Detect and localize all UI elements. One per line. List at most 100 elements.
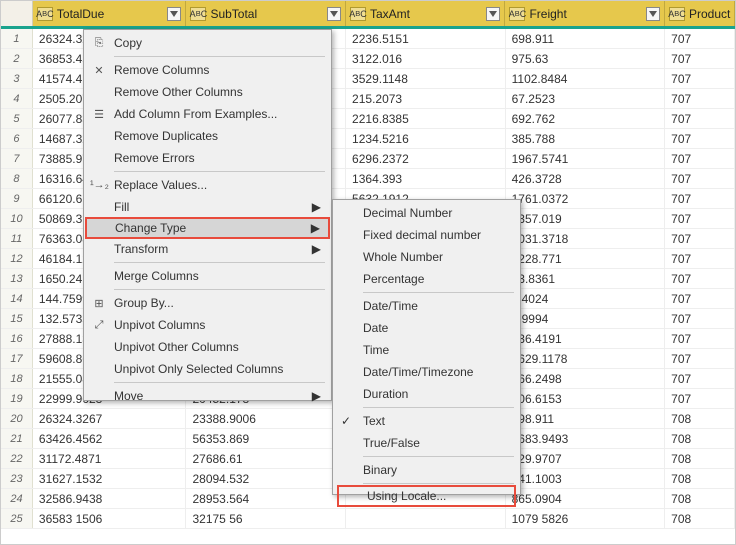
cell[interactable]: 707 <box>665 269 735 288</box>
column-header-totaldue[interactable]: ABC TotalDue <box>33 1 187 26</box>
cell[interactable]: 707 <box>665 109 735 128</box>
cell[interactable]: 63426.4562 <box>33 429 187 448</box>
cell[interactable]: 707 <box>665 369 735 388</box>
cell[interactable]: 1234.5216 <box>346 129 506 148</box>
submenu-item-decimal[interactable]: Decimal Number <box>335 202 518 224</box>
menu-item-add-column-examples[interactable]: ☰Add Column From Examples... <box>86 103 329 125</box>
cell[interactable]: 708 <box>665 469 735 488</box>
cell[interactable]: 736.4191 <box>506 329 666 348</box>
cell[interactable]: 28953.564 <box>186 489 346 508</box>
menu-item-move[interactable]: Move▶ <box>86 385 329 407</box>
submenu-item-text[interactable]: ✓Text <box>335 410 518 432</box>
menu-item-copy[interactable]: ⎘Copy <box>86 32 329 54</box>
menu-item-remove-duplicates[interactable]: Remove Duplicates <box>86 125 329 147</box>
cell[interactable]: 708 <box>665 429 735 448</box>
cell[interactable]: 1102.8484 <box>506 69 666 88</box>
cell[interactable]: 707 <box>665 349 735 368</box>
cell[interactable]: 707 <box>665 189 735 208</box>
cell[interactable]: 692.762 <box>506 109 666 128</box>
cell[interactable]: 215.2073 <box>346 89 506 108</box>
cell[interactable]: 707 <box>665 69 735 88</box>
cell[interactable]: 28094.532 <box>186 469 346 488</box>
cell[interactable]: 27686.61 <box>186 449 346 468</box>
cell[interactable]: 26324.3267 <box>33 409 187 428</box>
cell[interactable]: 32175 56 <box>186 509 346 528</box>
column-header-taxamt[interactable]: ABC TaxAmt <box>346 1 506 26</box>
cell[interactable]: 32586.9438 <box>33 489 187 508</box>
submenu-item-date[interactable]: Date <box>335 317 518 339</box>
cell[interactable]: 708 <box>665 449 735 468</box>
cell[interactable]: 707 <box>665 389 735 408</box>
column-header-freight[interactable]: ABC Freight <box>505 1 665 26</box>
cell[interactable]: 606.6153 <box>506 389 666 408</box>
cell[interactable]: 1079 5826 <box>506 509 666 528</box>
menu-item-change-type[interactable]: Change Type▶ <box>85 217 330 239</box>
cell[interactable]: 707 <box>665 249 735 268</box>
submenu-item-whole-number[interactable]: Whole Number <box>335 246 518 268</box>
cell[interactable]: 708 <box>665 409 735 428</box>
cell[interactable]: 3529.1148 <box>346 69 506 88</box>
cell[interactable]: 1967.5741 <box>506 149 666 168</box>
filter-dropdown-icon[interactable] <box>646 7 660 21</box>
submenu-item-binary[interactable]: Binary <box>335 459 518 481</box>
cell[interactable]: 707 <box>665 309 735 328</box>
cell[interactable]: 6296.2372 <box>346 149 506 168</box>
cell[interactable]: 698.911 <box>506 409 666 428</box>
cell[interactable]: 67.2523 <box>506 89 666 108</box>
cell[interactable]: 829.9707 <box>506 449 666 468</box>
column-header-subtotal[interactable]: ABC SubTotal <box>186 1 346 26</box>
cell[interactable] <box>346 509 506 528</box>
filter-dropdown-icon[interactable] <box>167 7 181 21</box>
filter-dropdown-icon[interactable] <box>327 7 341 21</box>
cell[interactable]: 3122.016 <box>346 49 506 68</box>
cell[interactable]: 1228.771 <box>506 249 666 268</box>
menu-item-group-by[interactable]: ⊞Group By... <box>86 292 329 314</box>
cell[interactable]: 1629.1178 <box>506 349 666 368</box>
menu-item-transform[interactable]: Transform▶ <box>86 238 329 260</box>
cell[interactable]: 1357.019 <box>506 209 666 228</box>
menu-item-fill[interactable]: Fill▶ <box>86 196 329 218</box>
cell[interactable]: 56353.869 <box>186 429 346 448</box>
cell[interactable]: 2031.3718 <box>506 229 666 248</box>
cell[interactable]: 707 <box>665 129 735 148</box>
cell[interactable]: 707 <box>665 209 735 228</box>
cell[interactable]: 566.2498 <box>506 369 666 388</box>
menu-item-remove-errors[interactable]: Remove Errors <box>86 147 329 169</box>
cell[interactable]: 31627.1532 <box>33 469 187 488</box>
menu-item-unpivot-other[interactable]: Unpivot Other Columns <box>86 336 329 358</box>
cell[interactable]: 426.3728 <box>506 169 666 188</box>
menu-item-remove-other-columns[interactable]: Remove Other Columns <box>86 81 329 103</box>
cell[interactable]: 2.9994 <box>506 309 666 328</box>
submenu-item-percentage[interactable]: Percentage <box>335 268 518 290</box>
cell[interactable]: 708 <box>665 489 735 508</box>
cell[interactable]: 1364.393 <box>346 169 506 188</box>
cell[interactable]: 36583 1506 <box>33 509 187 528</box>
cell[interactable]: 698.911 <box>506 29 666 48</box>
cell[interactable]: 707 <box>665 289 735 308</box>
submenu-item-duration[interactable]: Duration <box>335 383 518 405</box>
cell[interactable]: 707 <box>665 329 735 348</box>
submenu-item-using-locale[interactable]: Using Locale... <box>337 485 516 507</box>
cell[interactable]: 975.63 <box>506 49 666 68</box>
cell[interactable]: 707 <box>665 169 735 188</box>
cell[interactable]: 385.788 <box>506 129 666 148</box>
cell[interactable]: 707 <box>665 49 735 68</box>
cell[interactable]: 3.4024 <box>506 289 666 308</box>
menu-item-replace-values[interactable]: ¹→₂Replace Values... <box>86 174 329 196</box>
cell[interactable]: 2216.8385 <box>346 109 506 128</box>
menu-item-unpivot-selected[interactable]: Unpivot Only Selected Columns <box>86 358 329 380</box>
cell[interactable]: 1683.9493 <box>506 429 666 448</box>
submenu-item-datetime-timezone[interactable]: Date/Time/Timezone <box>335 361 518 383</box>
cell[interactable]: 1761.0372 <box>506 189 666 208</box>
filter-dropdown-icon[interactable] <box>486 7 500 21</box>
submenu-item-time[interactable]: Time <box>335 339 518 361</box>
menu-item-remove-columns[interactable]: ✕Remove Columns <box>86 59 329 81</box>
cell[interactable]: 708 <box>665 509 735 528</box>
cell[interactable]: 2236.5151 <box>346 29 506 48</box>
column-header-product[interactable]: ABC Product <box>665 1 735 26</box>
cell[interactable]: 31172.4871 <box>33 449 187 468</box>
cell[interactable]: 841.1003 <box>506 469 666 488</box>
cell[interactable]: 707 <box>665 149 735 168</box>
table-row[interactable]: 2536583 150632175 561079 5826708 <box>1 509 735 529</box>
cell[interactable]: 707 <box>665 229 735 248</box>
